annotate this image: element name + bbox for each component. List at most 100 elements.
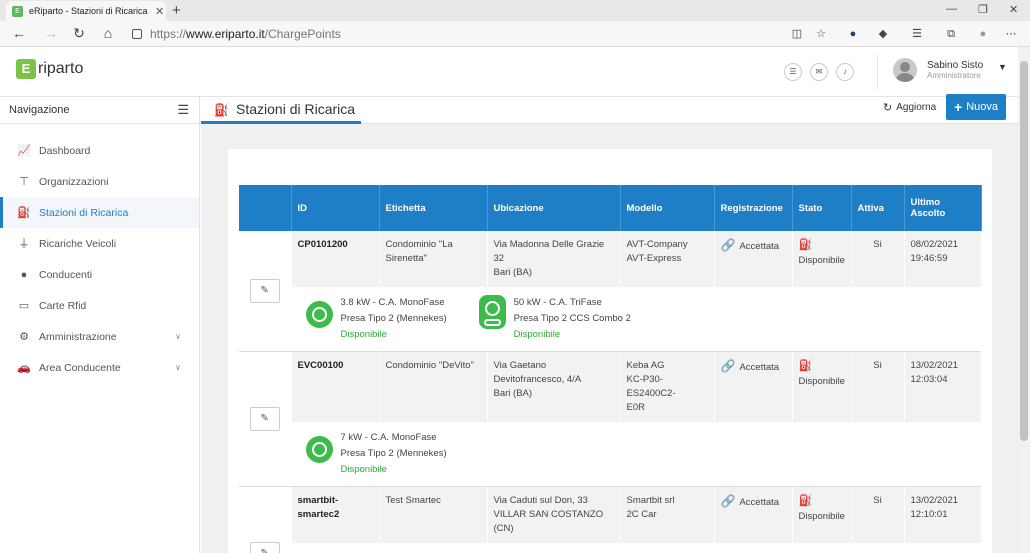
minimize-icon[interactable]: — [946,3,957,15]
model-line: KC-P30-ES2400C2- [626,374,676,399]
cell-location: Via Caduti sul Don, 33 VILLAR SAN COSTAN… [487,487,621,543]
sidebar-item-label: Amministrazione [39,330,117,343]
column-header[interactable]: ID [291,185,380,231]
reload-icon[interactable]: ↻ [70,25,88,42]
avatar[interactable] [893,58,917,82]
sidebar-item-stazioni[interactable]: ⛽ Stazioni di Ricarica [0,197,199,228]
column-header[interactable]: Etichetta [379,185,488,231]
favorite-icon[interactable]: ☆ [814,27,828,41]
connectors-row: 7 kW - C.A. MonoFase Presa Tipo 2 (Menne… [239,422,982,486]
registration-text: Accettata [739,241,780,252]
user-name[interactable]: Sabino Sisto [927,60,983,71]
location-line: Via Caduti sul Don, 33 [493,495,588,506]
sidebar-item-organizzazioni[interactable]: ⊤ Organizzazioni [0,166,199,197]
cell-location: Via Madonna Delle Grazie 32 Bari (BA) [487,231,621,287]
browser-tab[interactable]: E eRiparto - Stazioni di Ricarica ✕ [6,1,166,21]
sidebar-item-carte-rfid[interactable]: ▭ Carte Rfid [0,290,199,321]
bell-icon[interactable]: ♪ [836,63,854,81]
logo-mark: E [16,59,36,79]
connector-type: Presa Tipo 2 (Mennekes) [340,313,447,324]
column-header[interactable]: Ubicazione [487,185,621,231]
table-card: ID Etichetta Ubicazione Modello Registra… [228,149,992,553]
link-icon: 🔗 [720,359,736,373]
favorites-bar-icon[interactable]: ☰ [910,27,924,41]
sidebar-item-dashboard[interactable]: 📈 Dashboard [0,135,199,166]
restore-icon[interactable]: ❐ [978,3,988,16]
extension-icon[interactable]: ● [846,27,860,41]
refresh-button[interactable]: ↻ Aggiorna [883,101,936,114]
profile-icon[interactable]: ● [976,27,990,41]
type2-plug-icon [305,301,333,328]
cell-id: CP0101200 [291,231,380,287]
collections-icon[interactable]: ⧉ [944,27,958,41]
extension-2-icon[interactable]: ◆ [876,27,890,41]
cell-registration: 🔗 Accettata [714,487,793,543]
edit-button[interactable]: ✎ [249,279,280,303]
new-tab-icon[interactable]: + [172,2,181,19]
column-header-edit [239,185,292,231]
status-text: Disponibile [798,376,845,387]
page-scrollbar[interactable] [1018,47,1030,553]
table-row: ✎ smartbit-smartec2 Test Smartec Via Cad… [239,487,982,553]
edit-button[interactable]: ✎ [249,407,280,431]
sidebar-item-area-conducente[interactable]: 🚗 Area Conducente ∨ [0,352,199,383]
charging-station-icon: ⛽ [798,239,813,251]
logo[interactable]: E riparto [16,59,83,79]
back-icon[interactable]: ← [10,25,28,41]
table-row: ✎ CP0101200 Condominio "La Sirenetta" Vi… [239,231,982,351]
more-icon[interactable]: ⋯ [1004,27,1018,41]
chevron-down-icon: ∨ [175,332,181,341]
chart-line-icon: 📈 [17,144,31,157]
cell-last-seen: 08/02/2021 19:46:59 [904,231,982,287]
cell-model: AVT-Company AVT-Express [620,231,715,287]
reader-icon[interactable]: ◫ [790,27,804,41]
close-tab-icon[interactable]: ✕ [155,5,164,18]
scrollbar-thumb[interactable] [1020,61,1028,441]
connector-type: Presa Tipo 2 CCS Combo 2 [513,313,631,324]
mail-icon[interactable]: ✉ [810,63,828,81]
location-line: VILLAR SAN COSTANZO (CN) [493,509,604,534]
cell-id: smartbit-smartec2 [291,487,380,543]
sidebar-item-amministrazione[interactable]: ⚙ Amministrazione ∨ [0,321,199,352]
registration-text: Accettata [739,362,780,373]
column-header[interactable]: Stato [792,185,852,231]
cell-label: Condominio "La Sirenetta" [379,231,488,287]
cell-registration: 🔗 Accettata [714,231,793,287]
location-line: Via Gaetano [493,360,547,371]
sidebar-item-conducenti[interactable]: ● Conducenti [0,259,199,290]
connectors-row: 3.8 kW - C.A. MonoFase Presa Tipo 2 (Men… [239,287,982,351]
home-icon[interactable]: ⌂ [99,25,117,41]
new-button[interactable]: + Nuova [946,94,1006,120]
edit-cell: ✎ [239,352,292,486]
cell-active: Si [851,487,905,543]
sidebar-item-ricariche[interactable]: ⏚ Ricariche Veicoli [0,228,199,259]
column-header[interactable]: Attiva [851,185,905,231]
list-icon[interactable]: ☰ [784,63,802,81]
sitemap-icon: ⊤ [19,175,29,188]
cell-last-seen: 13/02/2021 12:10:01 [904,487,982,543]
refresh-icon: ↻ [883,102,893,114]
connectors-cell: 7 kW - C.A. MonoFase Presa Tipo 2 (Menne… [291,422,982,486]
page-title: Stazioni di Ricarica [236,101,356,117]
cell-label: Condominio "DeVito" [379,352,488,422]
url-field[interactable]: https://www.eriparto.it/ChargePoints [132,24,812,44]
status-text: Disponibile [798,255,845,266]
location-line: Devitofrancesco, 4/A [493,374,582,385]
connector-power: 7 kW - C.A. MonoFase [340,432,437,443]
edit-button[interactable]: ✎ [249,542,280,553]
close-window-icon[interactable]: ✕ [1009,3,1018,16]
browser-tab-bar: E eRiparto - Stazioni di Ricarica ✕ + — … [0,0,1030,21]
content-area: ID Etichetta Ubicazione Modello Registra… [201,124,1018,553]
hamburger-icon[interactable]: ☰ [177,102,189,118]
chevron-down-icon[interactable]: ▼ [998,62,1007,72]
column-header[interactable]: Modello [620,185,715,231]
status-text: Disponibile [798,511,845,522]
model-line: Keba AG [626,360,665,371]
model-line: 2C Car [626,509,657,520]
column-header[interactable]: Ultimo Ascolto [904,185,982,231]
connector-power: 50 kW - C.A. TriFase [513,297,602,308]
forward-icon[interactable]: → [42,25,60,41]
column-header[interactable]: Registrazione [714,185,793,231]
cell-location: Via Gaetano Devitofrancesco, 4/A Bari (B… [487,352,621,422]
connectors-row [239,543,982,553]
